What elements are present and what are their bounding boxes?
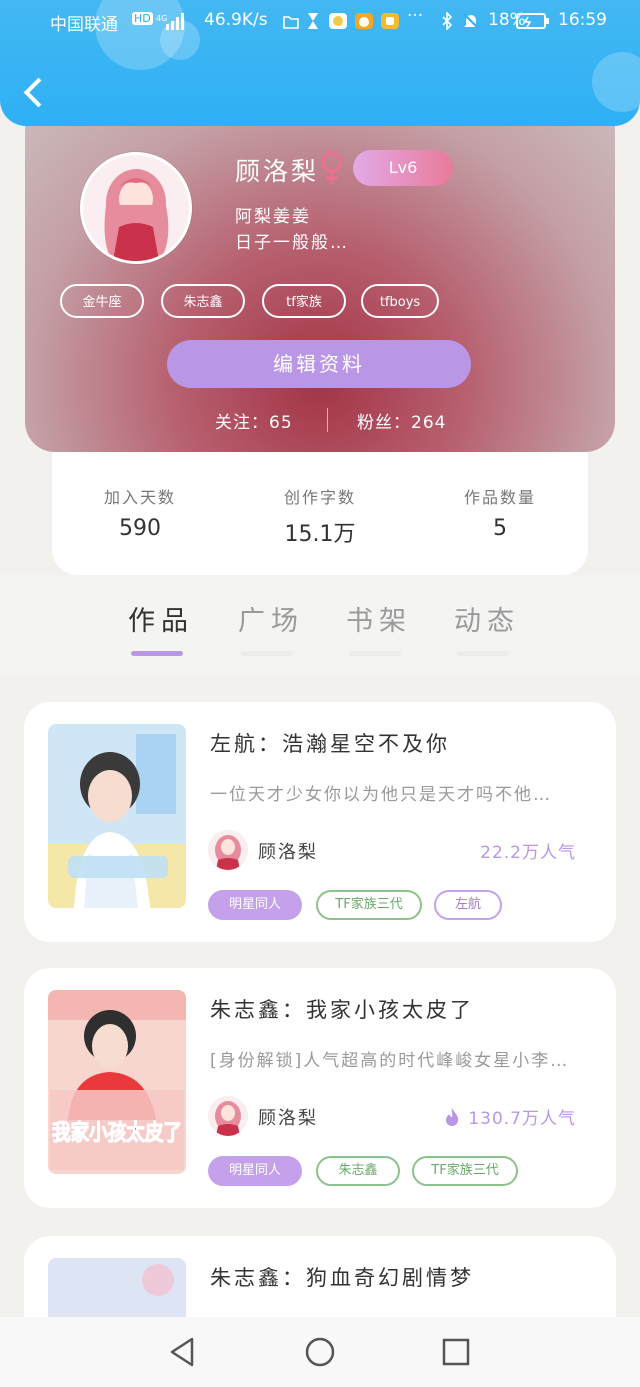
stat-join-days: 加入天数 590 xyxy=(60,484,220,541)
flame-icon xyxy=(446,1108,459,1126)
stat-works-count: 作品数量 5 xyxy=(420,484,580,541)
work-title[interactable]: 左航：浩瀚星空不及你 xyxy=(210,728,450,758)
work-cover-image[interactable]: 我家小孩太皮了 xyxy=(48,990,186,1174)
message-app-icon xyxy=(329,13,347,29)
hd-icon: HD xyxy=(132,12,153,25)
top-bar: 中国联通 HD 4G 46.9K/s ··· 18% 16:59 xyxy=(0,0,640,126)
work-title[interactable]: 朱志鑫：狗血奇幻剧情梦 xyxy=(210,1262,474,1292)
tab-indicator xyxy=(241,651,293,656)
stat-value: 5 xyxy=(493,516,507,541)
battery-icon xyxy=(516,13,549,29)
app-icon xyxy=(381,13,399,29)
signature-line-2: 日子一般般… xyxy=(235,233,349,253)
more-notifications-icon: ··· xyxy=(407,6,424,26)
stat-value: 15.1万 xyxy=(284,522,356,547)
status-bar: 中国联通 HD 4G 46.9K/s ··· 18% 16:59 xyxy=(0,6,640,36)
stat-word-count: 创作字数 15.1万 xyxy=(240,484,400,548)
author-avatar-illustration xyxy=(208,830,248,870)
stat-label: 作品数量 xyxy=(463,488,536,507)
work-description: 一位天才少女你以为他只是天才吗不他… xyxy=(210,785,552,805)
tab-indicator xyxy=(457,651,509,656)
profile-tag[interactable]: tf家族 xyxy=(262,284,346,318)
work-cover-image[interactable] xyxy=(48,724,186,908)
work-tag[interactable]: 左航 xyxy=(434,890,502,920)
signal-icon: 4G xyxy=(156,13,184,30)
profile-card: 顾洛梨 Lv6 阿梨姜姜 日子一般般… 金牛座 朱志鑫 tf家族 tfboys … xyxy=(25,100,615,452)
work-tag[interactable]: TF家族三代 xyxy=(412,1156,518,1186)
bluetooth-icon xyxy=(442,12,453,30)
profile-name: 顾洛梨 xyxy=(235,157,320,186)
work-popularity-wrap: 130.7万人气 xyxy=(444,1104,576,1129)
tab-activity[interactable]: 动态 xyxy=(454,599,520,638)
system-nav-bar xyxy=(0,1317,640,1387)
fans-count: 264 xyxy=(411,413,447,433)
tab-bar: 作品 广场 书架 动态 xyxy=(0,575,640,675)
fans-label: 粉丝： xyxy=(357,413,411,433)
following-label: 关注： xyxy=(215,413,269,433)
following-count: 65 xyxy=(269,413,293,433)
author-avatar xyxy=(208,1096,248,1136)
work-author: 顾洛梨 xyxy=(258,1108,318,1129)
author-avatar xyxy=(208,830,248,870)
work-card[interactable]: 我家小孩太皮了 朱志鑫：我家小孩太皮了 [身份解锁]人气超高的时代峰峻女星小李…… xyxy=(24,968,616,1208)
signature-line-1: 阿梨姜姜 xyxy=(235,207,311,227)
author-avatar-illustration xyxy=(208,1096,248,1136)
work-popularity: 22.2万人气 xyxy=(480,843,576,863)
stat-label: 创作字数 xyxy=(283,488,356,507)
work-tag[interactable]: 明星同人 xyxy=(208,890,302,920)
weibo-icon xyxy=(355,13,373,29)
tab-square[interactable]: 广场 xyxy=(238,599,304,638)
tab-bookshelf[interactable]: 书架 xyxy=(346,599,412,638)
work-title[interactable]: 朱志鑫：我家小孩太皮了 xyxy=(210,994,474,1024)
tab-indicator xyxy=(349,651,401,656)
work-tag[interactable]: 朱志鑫 xyxy=(316,1156,400,1186)
carrier-label: 中国联通 xyxy=(50,15,118,35)
stat-value: 590 xyxy=(119,516,161,541)
profile-tag[interactable]: 金牛座 xyxy=(60,284,144,318)
fans-stat[interactable]: 粉丝：264 xyxy=(357,408,446,433)
profile-tag[interactable]: 朱志鑫 xyxy=(161,284,245,318)
cover-illustration xyxy=(48,724,186,908)
back-arrow-icon[interactable] xyxy=(18,72,52,112)
profile-tag[interactable]: tfboys xyxy=(361,284,439,318)
hourglass-icon xyxy=(308,13,318,29)
edit-profile-button[interactable]: 编辑资料 xyxy=(167,340,471,388)
female-icon xyxy=(321,151,343,184)
mute-bell-icon xyxy=(463,13,479,29)
divider xyxy=(327,408,328,432)
nav-recent-icon[interactable] xyxy=(439,1335,473,1369)
work-tag[interactable]: TF家族三代 xyxy=(316,890,422,920)
work-author: 顾洛梨 xyxy=(258,842,318,863)
network-speed: 46.9K/s xyxy=(204,10,268,30)
nav-home-icon[interactable] xyxy=(303,1335,337,1369)
svg-text:4G: 4G xyxy=(156,14,167,23)
tab-indicator xyxy=(131,651,183,656)
work-tag[interactable]: 明星同人 xyxy=(208,1156,302,1186)
work-popularity: 130.7万人气 xyxy=(468,1109,576,1129)
nav-back-icon[interactable] xyxy=(166,1335,200,1369)
avatar[interactable] xyxy=(80,152,192,264)
clock: 16:59 xyxy=(558,10,607,30)
cover-title-text: 我家小孩太皮了 xyxy=(52,1120,182,1146)
following-stat[interactable]: 关注：65 xyxy=(215,408,293,433)
work-description: [身份解锁]人气超高的时代峰峻女星小李… xyxy=(210,1051,570,1071)
decor-bubble xyxy=(592,52,640,112)
level-badge: Lv6 xyxy=(353,150,453,186)
avatar-illustration xyxy=(83,155,189,261)
cover-illustration: 我家小孩太皮了 xyxy=(48,990,186,1174)
folder-icon xyxy=(283,16,299,29)
tab-works[interactable]: 作品 xyxy=(128,599,194,638)
stat-label: 加入天数 xyxy=(103,488,176,507)
work-card[interactable]: 左航：浩瀚星空不及你 一位天才少女你以为他只是天才吗不他… 顾洛梨 22.2万人… xyxy=(24,702,616,942)
